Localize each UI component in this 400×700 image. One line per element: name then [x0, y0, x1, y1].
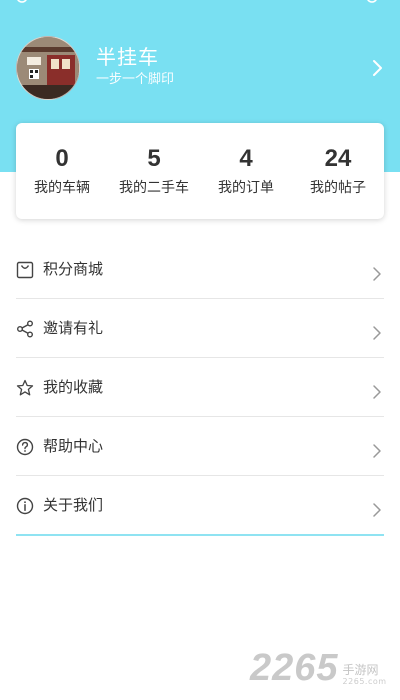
- divider: [16, 534, 384, 536]
- stat-label: 我的帖子: [310, 180, 366, 196]
- chevron-right-icon: [373, 385, 381, 399]
- shopping-bag-icon: [16, 261, 34, 279]
- stat-my-vehicles[interactable]: 0 我的车辆: [16, 123, 108, 219]
- chevron-right-icon: [373, 267, 381, 281]
- watermark-url: 2265.com: [342, 677, 387, 686]
- watermark-number: 2265: [250, 647, 339, 689]
- chevron-right-icon: [373, 444, 381, 458]
- chevron-right-icon: [373, 503, 381, 517]
- stat-label: 我的订单: [218, 180, 274, 196]
- user-motto: 一步一个脚印: [96, 72, 175, 87]
- question-circle-icon: [16, 438, 34, 456]
- menu-list: 积分商城 邀请有礼 我的收藏 帮助中心 关于我们: [16, 240, 384, 535]
- stat-value: 0: [55, 145, 69, 172]
- settings-icon[interactable]: [14, 0, 30, 6]
- stat-my-orders[interactable]: 4 我的订单: [200, 123, 292, 219]
- stat-label: 我的二手车: [119, 180, 189, 196]
- menu-item-help-center[interactable]: 帮助中心: [16, 417, 384, 476]
- profile-page: 半挂车 一步一个脚印 0 我的车辆 5 我的二手车 4 我的订单 24 我的帖子: [0, 0, 400, 700]
- stat-my-used-cars[interactable]: 5 我的二手车: [108, 123, 200, 219]
- stat-value: 5: [147, 145, 161, 172]
- menu-item-label: 我的收藏: [43, 378, 104, 396]
- message-icon[interactable]: [364, 0, 380, 6]
- profile-row[interactable]: 半挂车 一步一个脚印: [0, 36, 400, 100]
- star-icon: [16, 379, 34, 396]
- chevron-right-icon[interactable]: [372, 58, 384, 78]
- share-icon: [17, 320, 33, 338]
- watermark: 2265 手游网 2265.com: [250, 644, 387, 688]
- avatar-image: [17, 37, 79, 99]
- stat-my-posts[interactable]: 24 我的帖子: [292, 123, 384, 219]
- menu-item-about-us[interactable]: 关于我们: [16, 476, 384, 535]
- stats-card: 0 我的车辆 5 我的二手车 4 我的订单 24 我的帖子: [16, 123, 384, 219]
- avatar[interactable]: [16, 36, 80, 100]
- watermark-side: 手游网 2265.com: [343, 664, 387, 688]
- chevron-right-icon: [373, 326, 381, 340]
- menu-item-label: 帮助中心: [43, 437, 104, 455]
- menu-item-favorites[interactable]: 我的收藏: [16, 358, 384, 417]
- info-circle-icon: [16, 497, 34, 515]
- stat-value: 24: [324, 145, 352, 172]
- watermark-text: 手游网: [342, 663, 379, 677]
- menu-item-label: 积分商城: [43, 260, 104, 278]
- menu-item-label: 邀请有礼: [43, 319, 104, 337]
- stat-value: 4: [239, 145, 253, 172]
- stat-label: 我的车辆: [34, 180, 90, 196]
- menu-item-points-mall[interactable]: 积分商城: [16, 240, 384, 299]
- menu-item-invite[interactable]: 邀请有礼: [16, 299, 384, 358]
- menu-item-label: 关于我们: [43, 496, 104, 514]
- user-name: 半挂车: [96, 45, 159, 69]
